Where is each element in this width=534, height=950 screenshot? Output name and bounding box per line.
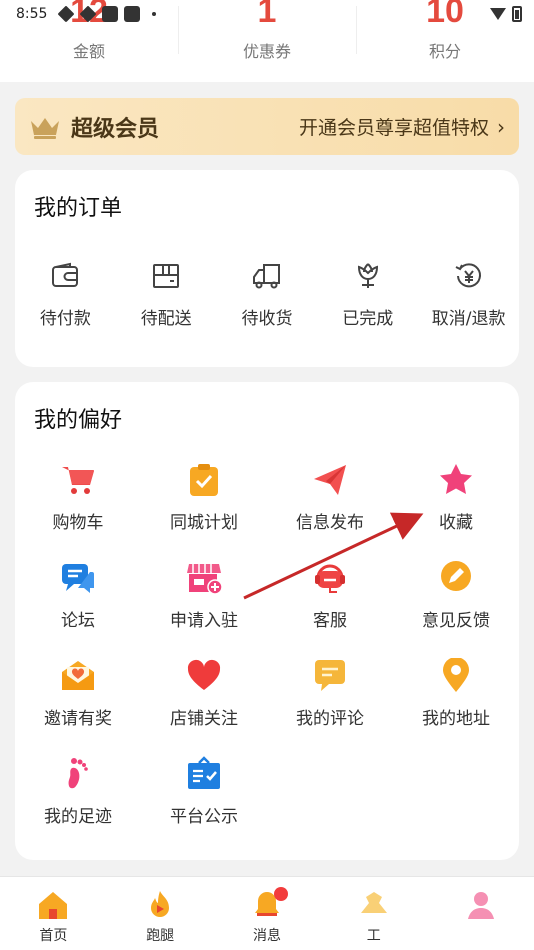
envelope-heart-icon bbox=[62, 661, 94, 690]
heart-icon bbox=[187, 659, 221, 690]
preferences-title: 我的偏好 bbox=[34, 408, 123, 433]
nav-messages[interactable]: 消息 bbox=[214, 877, 321, 950]
status-bar: 8:55 bbox=[0, 0, 534, 30]
wifi-icon bbox=[490, 8, 506, 20]
nav-home[interactable]: 首页 bbox=[0, 877, 107, 950]
flame-play-icon bbox=[151, 891, 170, 917]
chevron-right-icon: › bbox=[497, 114, 505, 139]
pencil-icon bbox=[441, 561, 471, 591]
more-notifications-icon bbox=[152, 12, 156, 16]
pref-label: 邀请有奖 bbox=[44, 709, 112, 729]
paper-plane-icon bbox=[314, 465, 346, 495]
nav-label: 消息 bbox=[252, 928, 281, 944]
order-cancel-refund[interactable]: 取消/退款 bbox=[418, 260, 519, 329]
pref-label: 客服 bbox=[313, 611, 347, 631]
store-add-icon bbox=[187, 564, 222, 595]
profile-icon bbox=[467, 892, 494, 919]
pref-label: 申请入驻 bbox=[170, 611, 238, 631]
pref-label: 购物车 bbox=[52, 513, 104, 533]
pref-my-footprints[interactable]: 我的足迹 bbox=[15, 756, 141, 854]
tools-icon bbox=[360, 892, 387, 913]
pref-label: 意见反馈 bbox=[422, 611, 490, 631]
pref-label: 信息发布 bbox=[296, 513, 364, 533]
comment-icon bbox=[315, 660, 345, 691]
pref-forum[interactable]: 论坛 bbox=[15, 560, 141, 658]
notification-badge bbox=[274, 887, 289, 901]
bottom-nav: 首页 跑腿 消息 工 bbox=[0, 876, 534, 950]
pref-label: 我的足迹 bbox=[44, 807, 112, 827]
pref-apply-join[interactable]: 申请入驻 bbox=[141, 560, 267, 658]
wallet-icon bbox=[52, 262, 79, 287]
pref-label: 我的评论 bbox=[296, 709, 364, 729]
pref-favorites[interactable]: 收藏 bbox=[393, 462, 519, 560]
stat-label: 积分 bbox=[428, 42, 461, 61]
pref-feedback[interactable]: 意见反馈 bbox=[393, 560, 519, 658]
order-item-label: 取消/退款 bbox=[431, 309, 506, 329]
chat-bubbles-icon bbox=[62, 564, 94, 593]
order-item-label: 待收货 bbox=[241, 309, 293, 329]
my-orders-card: 我的订单 待付款 待配送 待收货 已完成 取消/退款 bbox=[15, 170, 519, 367]
preferences-grid: 购物车 同城计划 信息发布 收藏 论坛 申请入驻 客服 意见反馈 邀请有奖 店铺… bbox=[15, 462, 519, 854]
vip-title: 超级会员 bbox=[71, 116, 160, 142]
location-pin-icon bbox=[443, 658, 469, 692]
home-icon bbox=[39, 892, 68, 919]
pref-label: 收藏 bbox=[439, 513, 473, 533]
pref-label: 论坛 bbox=[61, 611, 95, 631]
nav-label: 跑腿 bbox=[146, 928, 175, 944]
notification-icon bbox=[102, 6, 118, 22]
pref-label: 我的地址 bbox=[422, 709, 490, 729]
order-status-row: 待付款 待配送 待收货 已完成 取消/退款 bbox=[15, 260, 519, 329]
package-icon bbox=[153, 264, 180, 288]
status-right bbox=[490, 6, 522, 22]
pref-label: 平台公示 bbox=[170, 807, 238, 827]
vip-banner[interactable]: 超级会员 开通会员尊享超值特权 › bbox=[15, 98, 519, 155]
notification-icon bbox=[79, 5, 97, 23]
cart-icon bbox=[62, 467, 94, 494]
order-completed[interactable]: 已完成 bbox=[317, 260, 418, 329]
notification-icon bbox=[57, 5, 75, 23]
clipboard-check-icon bbox=[190, 464, 218, 496]
pref-customer-service[interactable]: 客服 bbox=[267, 560, 393, 658]
pref-my-comments[interactable]: 我的评论 bbox=[267, 658, 393, 756]
footprint-icon bbox=[68, 758, 88, 789]
nav-tools[interactable]: 工 bbox=[320, 877, 427, 950]
stat-label: 优惠券 bbox=[242, 42, 291, 61]
order-item-label: 待配送 bbox=[140, 309, 192, 329]
pref-platform-notice[interactable]: 平台公示 bbox=[141, 756, 267, 854]
status-time: 8:55 bbox=[16, 6, 48, 22]
notification-icon bbox=[124, 6, 140, 22]
nav-label: 首页 bbox=[39, 928, 68, 944]
order-pending-delivery[interactable]: 待配送 bbox=[116, 260, 217, 329]
status-icons bbox=[57, 5, 156, 23]
stat-label: 金额 bbox=[72, 42, 105, 61]
pref-my-address[interactable]: 我的地址 bbox=[393, 658, 519, 756]
order-item-label: 已完成 bbox=[342, 309, 394, 329]
headset-icon bbox=[315, 564, 345, 593]
pref-shopping-cart[interactable]: 购物车 bbox=[15, 462, 141, 560]
pref-local-plan[interactable]: 同城计划 bbox=[141, 462, 267, 560]
order-item-label: 待付款 bbox=[39, 309, 91, 329]
pref-label: 店铺关注 bbox=[170, 709, 238, 729]
order-pending-receipt[interactable]: 待收货 bbox=[217, 260, 318, 329]
truck-icon bbox=[252, 264, 280, 289]
star-icon bbox=[440, 464, 472, 494]
notice-board-icon bbox=[188, 756, 220, 789]
pref-store-follow[interactable]: 店铺关注 bbox=[141, 658, 267, 756]
pref-publish-info[interactable]: 信息发布 bbox=[267, 462, 393, 560]
my-preferences-card: 我的偏好 购物车 同城计划 信息发布 收藏 论坛 申请入驻 客服 意见反馈 邀请… bbox=[15, 382, 519, 860]
refund-yen-icon bbox=[455, 263, 481, 288]
battery-icon bbox=[512, 6, 522, 22]
nav-errand[interactable]: 跑腿 bbox=[107, 877, 214, 950]
pref-label: 同城计划 bbox=[170, 513, 238, 533]
nav-profile[interactable] bbox=[427, 877, 534, 950]
tulip-icon bbox=[357, 263, 378, 288]
orders-title: 我的订单 bbox=[34, 196, 123, 221]
nav-label: 工 bbox=[366, 928, 381, 944]
top-stats-area: 8:55 12 金额 1 优惠券 10 积分 bbox=[0, 0, 534, 82]
order-pending-payment[interactable]: 待付款 bbox=[15, 260, 116, 329]
pref-invite-reward[interactable]: 邀请有奖 bbox=[15, 658, 141, 756]
crown-icon bbox=[29, 115, 61, 139]
vip-promo-text: 开通会员尊享超值特权 bbox=[298, 117, 489, 139]
